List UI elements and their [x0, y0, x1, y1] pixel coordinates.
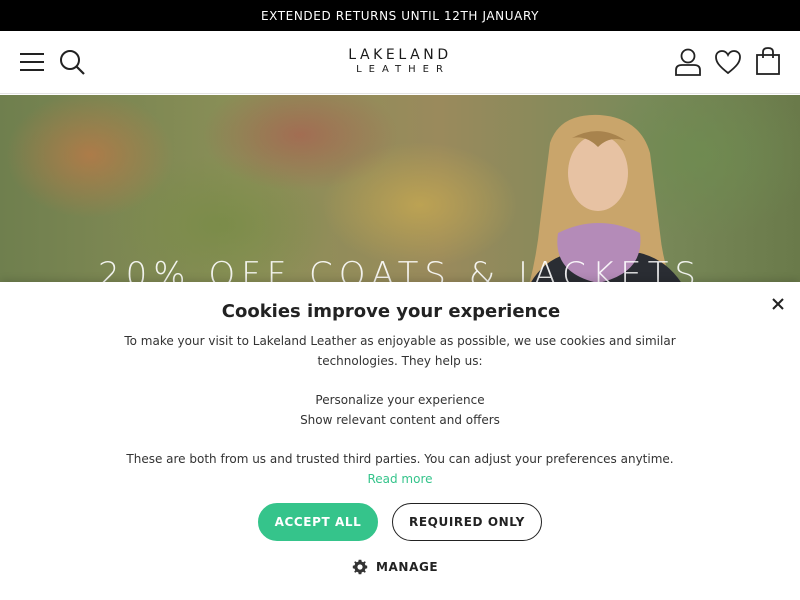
cookie-note-text: These are both from us and trusted third… — [126, 452, 674, 466]
read-more-link[interactable]: Read more — [367, 472, 432, 486]
account-icon[interactable] — [673, 47, 703, 77]
accept-all-button[interactable]: ACCEPT ALL — [258, 503, 378, 541]
required-only-button[interactable]: REQUIRED ONLY — [392, 503, 542, 541]
cookie-note: These are both from us and trusted third… — [110, 449, 690, 489]
site-header: LAKELAND LEATHER — [0, 31, 800, 94]
cookie-benefits: Personalize your experience Show relevan… — [200, 391, 600, 430]
promo-bar: EXTENDED RETURNS UNTIL 12TH JANUARY — [0, 0, 800, 31]
manage-button[interactable]: MANAGE — [352, 558, 438, 576]
hero-headline: 20% OFF COATS & JACKETS — [97, 255, 703, 283]
cookie-consent-panel: Cookies improve your experience To make … — [0, 282, 800, 600]
logo-wordmark-bottom: LEATHER — [356, 64, 450, 75]
bag-icon[interactable] — [755, 46, 781, 76]
search-icon[interactable] — [58, 48, 86, 76]
manage-label: MANAGE — [376, 560, 439, 574]
hero-banner[interactable]: 20% OFF COATS & JACKETS — [0, 95, 800, 283]
promo-text: EXTENDED RETURNS UNTIL 12TH JANUARY — [260, 8, 540, 23]
site-logo[interactable]: LAKELAND LEATHER — [325, 47, 475, 79]
cookie-benefit-item: Personalize your experience — [315, 393, 485, 407]
cookie-benefit-item: Show relevant content and offers — [300, 412, 500, 427]
cookie-intro: To make your visit to Lakeland Leather a… — [124, 334, 676, 368]
heart-icon[interactable] — [714, 48, 742, 76]
logo-wordmark-top: LAKELAND — [348, 47, 452, 63]
gear-icon — [352, 559, 368, 575]
cookie-title: Cookies improve your experience — [221, 301, 561, 322]
menu-icon[interactable] — [19, 49, 45, 75]
